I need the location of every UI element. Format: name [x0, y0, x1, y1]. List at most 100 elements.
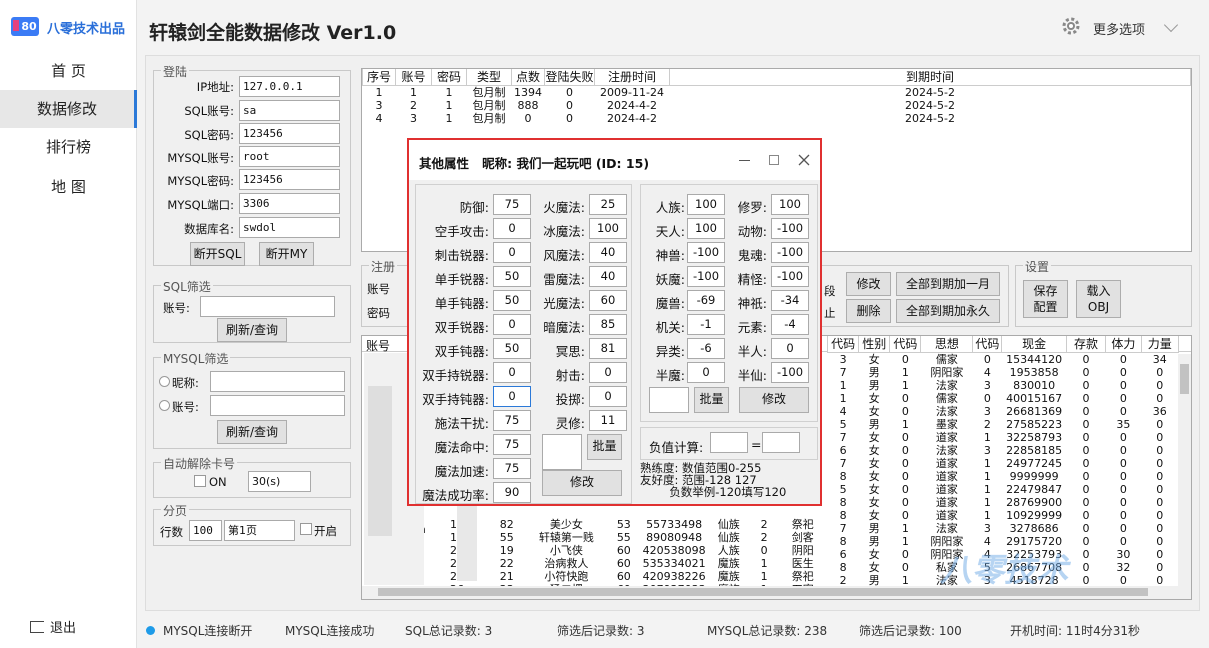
top-header-cell[interactable]: 账号 [395, 69, 432, 86]
nav-item-ranking[interactable]: 排行榜 [0, 128, 137, 166]
bottom-header-cell[interactable]: 代码 [826, 336, 860, 353]
nav-item-map[interactable]: 地 图 [0, 168, 137, 206]
mysql-port-input[interactable]: 3306 [239, 193, 340, 214]
attr-input[interactable]: 90 [493, 482, 531, 503]
table-row[interactable]: 8 女 0 道家 1 28769900 0 0 0 [828, 496, 1179, 509]
bottom-header-cell[interactable]: 力量 [1140, 336, 1180, 353]
attr-input[interactable]: -100 [771, 266, 809, 287]
top-header-cell[interactable]: 密码 [431, 69, 467, 86]
attr-input[interactable]: 0 [493, 386, 531, 407]
attr-input[interactable]: 100 [771, 194, 809, 215]
close-icon[interactable] [798, 154, 810, 166]
batch-input-right[interactable] [649, 387, 689, 413]
paging-enable-checkbox[interactable] [300, 523, 312, 535]
table-row[interactable]: 8 女 0 道家 1 9999999 0 0 0 [828, 470, 1179, 483]
attr-input[interactable]: 100 [687, 194, 725, 215]
attr-input[interactable]: 85 [589, 314, 627, 335]
attr-input[interactable]: -6 [687, 338, 725, 359]
sql-refresh-button[interactable]: 刷新/查询 [217, 318, 287, 342]
attr-input[interactable]: 100 [589, 218, 627, 239]
attr-input[interactable]: 25 [589, 194, 627, 215]
nav-item-data-edit[interactable]: 数据修改 [0, 90, 137, 128]
disconnect-mysql-button[interactable]: 断开MY [259, 242, 314, 266]
auto-unlock-interval-select[interactable]: 30(s) [248, 471, 311, 492]
bottom-header-cell[interactable]: 性别 [858, 336, 891, 353]
table-row[interactable]: 1 1 1 包月制 1394 0 2009-11-24 2024-5-2 [363, 86, 1191, 100]
attr-input[interactable]: 60 [589, 290, 627, 311]
table-row[interactable]: 3 女 0 儒家 0 15344120 0 0 34 [828, 353, 1179, 367]
attr-input[interactable]: 0 [493, 314, 531, 335]
sql-account-input[interactable] [200, 296, 335, 317]
attr-input[interactable]: -100 [771, 218, 809, 239]
table-row[interactable]: 5 女 0 道家 1 22479847 0 0 0 [828, 483, 1179, 496]
attr-input[interactable]: 40 [589, 242, 627, 263]
attr-input[interactable]: 0 [589, 386, 627, 407]
db-input[interactable]: swdol [239, 217, 340, 238]
table-row[interactable]: 8 女 0 道家 1 10929999 0 0 0 [828, 509, 1179, 522]
table-row[interactable]: 7 男 1 法家 3 3278686 0 0 0 [828, 522, 1179, 535]
attr-input[interactable]: 0 [493, 218, 531, 239]
table-row[interactable]: 2319小飞侠60420538098人族0阴阳 [425, 544, 826, 557]
top-header-cell[interactable]: 点数 [511, 69, 545, 86]
more-options-button[interactable]: 更多选项 [1093, 19, 1145, 38]
bottom-header-cell[interactable]: 存款 [1065, 336, 1107, 353]
attr-input[interactable]: 75 [493, 194, 531, 215]
mysql-refresh-button[interactable]: 刷新/查询 [217, 420, 287, 444]
attr-input[interactable]: 75 [493, 458, 531, 479]
top-header-cell[interactable]: 注册时间 [594, 69, 670, 86]
bottom-header-cell[interactable]: 代码 [972, 336, 1003, 353]
attr-input[interactable]: -100 [771, 242, 809, 263]
modify-button-right[interactable]: 修改 [739, 387, 809, 413]
nick-input[interactable] [210, 371, 345, 392]
attr-input[interactable]: -69 [687, 290, 725, 311]
table-row[interactable]: 1 男 1 法家 3 830010 0 0 0 [828, 379, 1179, 392]
mysql-account-input[interactable] [210, 395, 345, 416]
batch-button-left[interactable]: 批量 [587, 434, 622, 460]
load-obj-button[interactable]: 载入 OBJ [1076, 280, 1121, 318]
table-row[interactable]: 3 2 1 包月制 888 0 2024-4-2 2024-5-2 [363, 99, 1191, 112]
table-row[interactable]: 6 女 0 法家 3 22858185 0 0 0 [828, 444, 1179, 457]
bottom-header-cell[interactable]: 代码 [889, 336, 922, 353]
table-row[interactable]: 1782美少女5355733498仙族2祭祀 [425, 518, 826, 531]
account-radio[interactable] [159, 400, 170, 411]
attr-input[interactable]: 0 [493, 242, 531, 263]
table-row[interactable]: 5 男 1 墨家 2 27585223 0 35 0 [828, 418, 1179, 431]
attr-input[interactable]: 50 [493, 266, 531, 287]
table-row[interactable]: 2521小符快跑60420938226魔族1祭祀 [425, 570, 826, 583]
disconnect-sql-button[interactable]: 断开SQL [190, 242, 245, 266]
attr-input[interactable]: 11 [589, 410, 627, 431]
attr-input[interactable]: -4 [771, 314, 809, 335]
table-row[interactable]: 2422治病救人60535334021魔族1医生 [425, 557, 826, 570]
attr-input[interactable]: 50 [493, 290, 531, 311]
chevron-down-icon[interactable] [1163, 17, 1179, 33]
sql-pass-input[interactable]: 123456 [239, 123, 340, 144]
attr-input[interactable]: 75 [493, 434, 531, 455]
mysql-pass-input[interactable]: 123456 [239, 169, 340, 190]
ip-input[interactable]: 127.0.0.1 [239, 76, 340, 97]
modify-button-left[interactable]: 修改 [542, 470, 622, 496]
nick-radio[interactable] [159, 376, 170, 387]
save-config-button[interactable]: 保存 配置 [1023, 280, 1068, 318]
all-extend-month-button[interactable]: 全部到期加一月 [896, 272, 1000, 296]
attr-input[interactable]: 0 [589, 362, 627, 383]
batch-button-right[interactable]: 批量 [694, 387, 729, 413]
auto-unlock-checkbox[interactable] [194, 475, 206, 487]
attr-input[interactable]: -100 [687, 242, 725, 263]
table-row[interactable]: 4 女 0 法家 3 26681369 0 0 36 [828, 405, 1179, 418]
table-row[interactable]: 1855轩辕第一贱5589080948仙族2剑客 [425, 531, 826, 544]
top-header-cell[interactable]: 序号 [362, 69, 396, 86]
attr-input[interactable]: 0 [687, 362, 725, 383]
attr-input[interactable]: 81 [589, 338, 627, 359]
attr-input[interactable]: 0 [493, 362, 531, 383]
attr-input[interactable]: -1 [687, 314, 725, 335]
attr-input[interactable]: 40 [589, 266, 627, 287]
table-row[interactable]: 4 3 1 包月制 0 0 2024-4-2 2024-5-2 [363, 112, 1191, 125]
bottom-header-cell[interactable]: 思想 [920, 336, 974, 353]
sql-user-input[interactable]: sa [239, 100, 340, 121]
attr-input[interactable]: -34 [771, 290, 809, 311]
register-delete-button[interactable]: 删除 [846, 299, 891, 323]
register-modify-button[interactable]: 修改 [846, 272, 891, 296]
top-header-cell[interactable]: 到期时间 [669, 69, 1191, 86]
attr-input[interactable]: -100 [771, 362, 809, 383]
attr-input[interactable]: 50 [493, 338, 531, 359]
